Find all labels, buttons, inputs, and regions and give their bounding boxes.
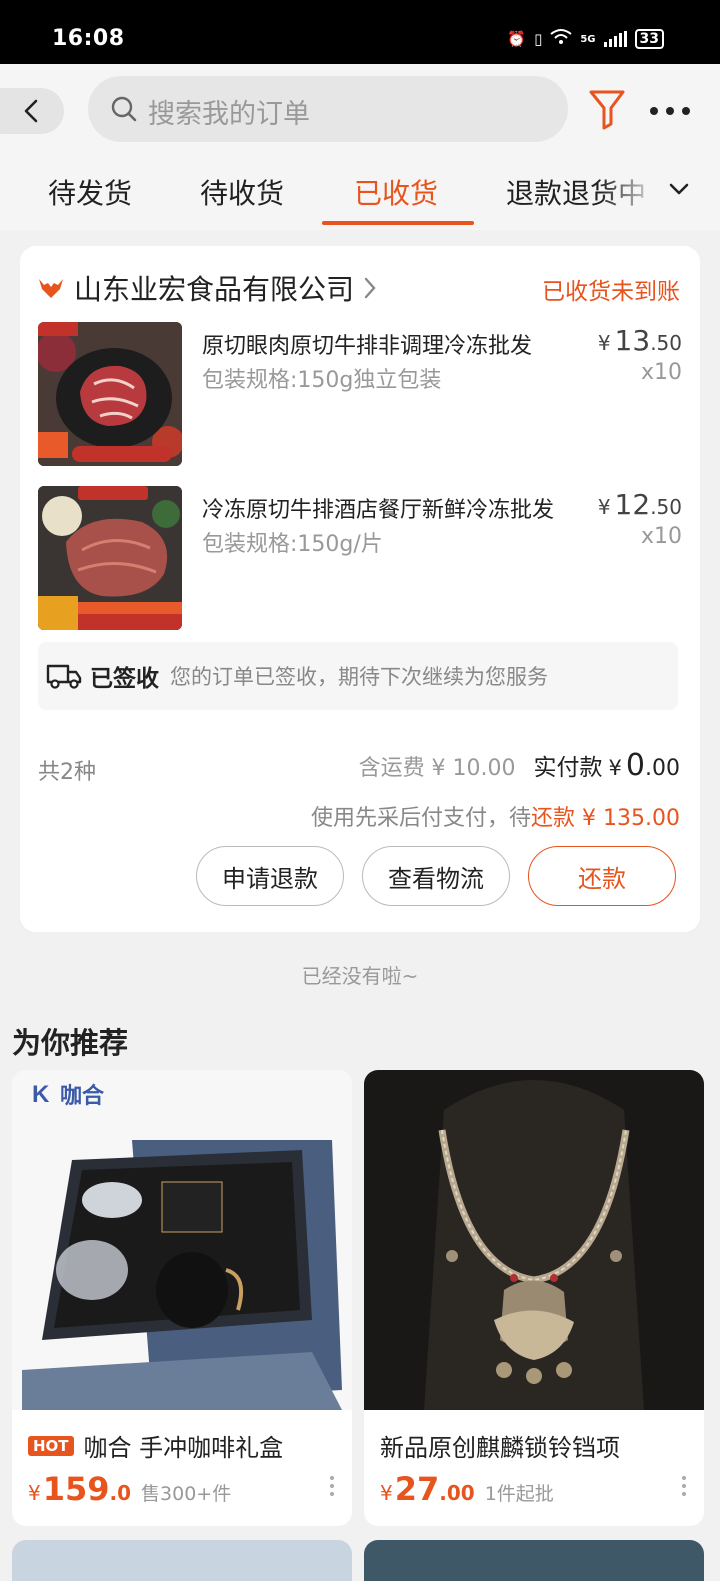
battery-icon: 33 [634, 29, 664, 49]
order-status: 已收货未到账 [542, 279, 680, 305]
more-dot-icon [666, 107, 674, 115]
tab-pending-ship[interactable]: 待发货 [48, 172, 132, 212]
header: 搜索我的订单 [0, 64, 720, 164]
order-item[interactable]: 冷冻原切牛排酒店餐厅新鲜冷冻批发 包装规格:150g/片 ¥12.50 x10 [38, 486, 682, 630]
product-price: ¥ 27 .00 1件起批 [380, 1470, 554, 1508]
item-spec: 包装规格:150g/片 [202, 532, 383, 557]
item-quantity: x10 [640, 524, 682, 549]
search-icon [111, 96, 137, 122]
filter-icon [589, 90, 625, 130]
more-options-button[interactable] [682, 1476, 686, 1496]
item-price: ¥12.50 [597, 488, 682, 521]
more-dot-icon [650, 107, 658, 115]
shop-logo-icon [39, 279, 63, 298]
order-card[interactable]: 山东业宏食品有限公司 已收货未到账 原切眼肉原切牛排非调理冷冻批发 包装规格:1… [20, 246, 700, 932]
paid-amount: 0.00 [625, 748, 680, 783]
view-logistics-button[interactable]: 查看物流 [362, 846, 510, 906]
item-count: 共2种 [38, 760, 96, 785]
tab-fade [600, 164, 660, 224]
product-image: K [12, 1070, 352, 1410]
product-name: 新品原创麒麟锁铃铛项 [380, 1434, 620, 1462]
shop-name: 山东业宏食品有限公司 [74, 273, 355, 306]
product-price: ¥ 159 .0 售300+件 [28, 1470, 232, 1508]
delivery-message: 您的订单已签收，期待下次继续为您服务 [170, 665, 548, 689]
item-spec: 包装规格:150g独立包装 [202, 368, 442, 393]
pay-later-note: 使用先采后付支付，待还款 ¥ 135.00 [311, 806, 680, 831]
back-button[interactable] [0, 88, 64, 134]
delivery-notice[interactable]: 已签收 您的订单已签收，期待下次继续为您服务 [38, 642, 678, 710]
item-quantity: x10 [640, 360, 682, 385]
hot-badge: HOT [28, 1435, 74, 1456]
due-amount: 还款 ¥ 135.00 [531, 806, 680, 831]
product-thumbnail [38, 486, 182, 630]
tab-pending-receive[interactable]: 待收货 [200, 172, 284, 212]
back-arrow-icon [24, 99, 38, 123]
wifi-icon [550, 28, 572, 50]
item-price: ¥13.50 [597, 324, 682, 357]
recommend-card[interactable]: K 咖合 HOT 咖合 手冲咖啡礼盒 ¥ 159 .0 售300+件 [12, 1070, 352, 1526]
product-name: HOT 咖合 手冲咖啡礼盒 [28, 1428, 283, 1463]
search-input[interactable]: 搜索我的订单 [88, 76, 568, 142]
recommend-card[interactable]: 新品原创麒麟锁铃铛项 ¥ 27 .00 1件起批 [364, 1070, 704, 1526]
repay-button[interactable]: 还款 [528, 846, 676, 906]
more-button[interactable] [650, 104, 690, 118]
tab-active-indicator [322, 221, 474, 225]
vibrate-icon: ▯ [534, 30, 543, 48]
shop-link[interactable]: 山东业宏食品有限公司 [38, 268, 376, 308]
recommend-title: 为你推荐 [12, 1026, 129, 1060]
paid-currency: ¥ [608, 756, 622, 780]
min-order: 1件起批 [484, 1483, 554, 1505]
order-tabs: 待发货 待收货 已收货 退款退货中 [0, 164, 720, 230]
end-of-list: 已经没有啦~ [301, 964, 419, 988]
chevron-down-icon[interactable] [668, 182, 690, 196]
refund-button[interactable]: 申请退款 [196, 846, 344, 906]
truck-icon [46, 664, 82, 689]
signal-icon [603, 31, 627, 47]
sold-count: 售300+件 [141, 1483, 232, 1505]
product-thumbnail [38, 322, 182, 466]
svg-text:K: K [32, 1081, 50, 1108]
recommend-card-partial[interactable] [12, 1540, 352, 1581]
delivery-status: 已签收 [90, 666, 159, 692]
filter-button[interactable] [588, 88, 628, 132]
search-placeholder: 搜索我的订单 [148, 99, 310, 130]
product-image [364, 1070, 704, 1410]
order-item[interactable]: 原切眼肉原切牛排非调理冷冻批发 包装规格:150g独立包装 ¥13.50 x10 [38, 322, 682, 466]
item-title: 冷冻原切牛排酒店餐厅新鲜冷冻批发 [202, 498, 555, 523]
status-time: 16:08 [52, 26, 125, 51]
alarm-icon: ⏰ [507, 30, 527, 48]
paid-label: 实付款 [533, 755, 603, 781]
tab-received[interactable]: 已收货 [354, 172, 438, 212]
status-bar: 16:08 ⏰ ▯ 5G 33 [0, 0, 720, 64]
status-icons: ⏰ ▯ 5G 33 [507, 28, 664, 50]
recommend-card-partial[interactable] [364, 1540, 704, 1581]
network-label: 5G [580, 33, 596, 45]
item-title: 原切眼肉原切牛排非调理冷冻批发 [202, 334, 533, 359]
more-options-button[interactable] [330, 1476, 334, 1496]
brand-logo: 咖合 [60, 1084, 105, 1109]
more-dot-icon [682, 107, 690, 115]
payment-summary: 含运费 ¥ 10.00 实付款 ¥ 0.00 [359, 748, 680, 783]
chevron-right-icon [364, 277, 376, 299]
shipping-fee: 含运费 ¥ 10.00 [358, 756, 516, 781]
